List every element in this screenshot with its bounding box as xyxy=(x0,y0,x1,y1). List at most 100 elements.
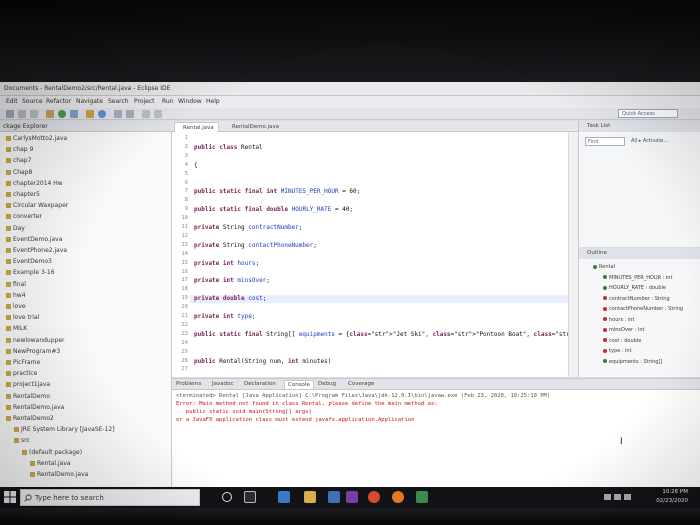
tab-console[interactable]: Console xyxy=(284,380,314,389)
outline-item[interactable]: equipments : String[] xyxy=(603,359,662,365)
tab-debug[interactable]: Debug xyxy=(318,381,336,387)
menu-help[interactable]: Help xyxy=(206,98,220,105)
new-icon[interactable] xyxy=(6,110,14,118)
package-tree-item[interactable]: PicFrame xyxy=(6,359,40,366)
editor-scrollbar[interactable] xyxy=(568,132,578,377)
package-tree-item[interactable]: EventDemo.java xyxy=(6,236,62,243)
file-explorer-icon[interactable] xyxy=(304,491,316,503)
tab-rentaldemo-java[interactable]: RentalDemo.java xyxy=(224,122,283,132)
package-tree-label: final xyxy=(13,280,26,288)
package-tree-item[interactable]: (default package) xyxy=(22,449,82,456)
package-tree-item[interactable]: RentalDemo xyxy=(6,393,50,400)
new-class-icon[interactable] xyxy=(98,110,106,118)
outline-item[interactable]: minsOver : int xyxy=(603,327,644,333)
package-tree-item[interactable]: practice xyxy=(6,370,37,377)
menu-navigate[interactable]: Navigate xyxy=(76,98,103,105)
package-tree-item[interactable]: Chap8 xyxy=(6,169,32,176)
forward-icon[interactable] xyxy=(154,110,162,118)
cortana-icon[interactable] xyxy=(222,492,232,502)
coverage-icon[interactable] xyxy=(70,110,78,118)
package-tree-item[interactable]: Circular Waxpaper xyxy=(6,202,68,209)
network-icon[interactable] xyxy=(604,494,611,500)
open-type-icon[interactable] xyxy=(114,110,122,118)
menu-run[interactable]: Run xyxy=(162,98,174,105)
taskbar-clock-time[interactable]: 10:26 PM xyxy=(640,489,688,495)
windows-start-icon[interactable] xyxy=(4,491,16,503)
menu-source[interactable]: Source xyxy=(22,98,43,105)
app-icon[interactable] xyxy=(416,491,428,503)
menu-project[interactable]: Project xyxy=(134,98,155,105)
search-icon[interactable] xyxy=(126,110,134,118)
outline-item[interactable]: contactPhoneNumber : String xyxy=(603,306,683,312)
package-tree-label: NewProgram#3 xyxy=(13,347,61,355)
debug-icon[interactable] xyxy=(46,110,54,118)
outline-item[interactable]: contractNumber : String xyxy=(603,296,670,302)
tab-javadoc[interactable]: Javadoc xyxy=(212,381,234,387)
package-tree-item[interactable]: chap7 xyxy=(6,157,31,164)
package-tree-item[interactable]: converter xyxy=(6,213,42,220)
tab-declaration[interactable]: Declaration xyxy=(244,381,276,387)
run-icon[interactable] xyxy=(58,110,66,118)
package-tree-item[interactable]: chapter2014 Hw xyxy=(6,180,63,187)
eclipse-icon[interactable] xyxy=(346,491,358,503)
package-tree-item[interactable]: EventPhone2.java xyxy=(6,247,67,254)
package-tree-item[interactable]: RentalDemo.java xyxy=(30,471,88,478)
firefox-icon[interactable] xyxy=(392,491,404,503)
package-tree-label: chap 9 xyxy=(13,146,34,154)
save-icon[interactable] xyxy=(18,110,26,118)
quick-access-input[interactable]: Quick Access xyxy=(618,109,678,118)
store-icon[interactable] xyxy=(328,491,340,503)
package-tree-item[interactable]: Day xyxy=(6,225,25,232)
package-tree-item[interactable]: MILK xyxy=(6,325,27,332)
package-explorer-tab[interactable]: ckage Explorer xyxy=(0,121,172,132)
outline-item[interactable]: Rental xyxy=(593,264,615,270)
taskbar-clock-date[interactable]: 02/23/2020 xyxy=(640,498,688,504)
chrome-icon[interactable] xyxy=(368,491,380,503)
package-tree-item[interactable]: newlowandupper xyxy=(6,337,65,344)
package-tree-item[interactable]: Example 3-16 xyxy=(6,269,55,276)
line-number: 2 xyxy=(184,143,188,150)
package-tree-item[interactable]: love trial xyxy=(6,314,39,321)
package-tree-item[interactable]: RentalDemo.java xyxy=(6,404,64,411)
task-list-tab[interactable]: Task List xyxy=(579,121,700,132)
menu-window[interactable]: Window xyxy=(178,98,202,105)
outline-item[interactable]: type : int xyxy=(603,348,632,354)
task-view-icon[interactable] xyxy=(244,491,256,503)
package-tree-item[interactable]: JRE System Library [JavaSE-12] xyxy=(14,426,115,433)
task-find-input[interactable]: Find xyxy=(585,137,625,146)
package-tree-item[interactable]: final xyxy=(6,281,26,288)
tab-rental-java[interactable]: Rental.java xyxy=(174,122,219,132)
menu-search[interactable]: Search xyxy=(108,98,129,105)
package-tree-item[interactable]: NewProgram#3 xyxy=(6,348,60,355)
package-tree-item[interactable]: Rental.java xyxy=(30,460,71,467)
package-tree-item[interactable]: RentalDemo2 xyxy=(6,415,54,422)
package-tree-item[interactable]: chap 9 xyxy=(6,146,33,153)
task-filters[interactable]: All ▸ Activate... xyxy=(631,138,668,144)
edge-icon[interactable] xyxy=(278,491,290,503)
outline-tab[interactable]: Outline xyxy=(579,248,700,259)
line-number: 8 xyxy=(184,197,188,204)
tab-problems[interactable]: Problems xyxy=(176,381,201,387)
tab-coverage[interactable]: Coverage xyxy=(348,381,374,387)
taskbar-search-box[interactable]: Type here to search xyxy=(20,489,200,506)
line-number: 27 xyxy=(181,366,188,373)
back-icon[interactable] xyxy=(142,110,150,118)
member-visibility-icon xyxy=(593,264,597,269)
package-tree-item[interactable]: love xyxy=(6,303,26,310)
volume-icon[interactable] xyxy=(614,494,621,500)
battery-icon[interactable] xyxy=(624,494,631,500)
outline-item[interactable]: hours : int xyxy=(603,317,634,323)
new-package-icon[interactable] xyxy=(86,110,94,118)
package-tree-item[interactable]: hw4 xyxy=(6,292,26,299)
package-tree-item[interactable]: CarlysMotto2.java xyxy=(6,135,67,142)
outline-item[interactable]: HOURLY_RATE : double xyxy=(603,285,666,291)
package-tree-item[interactable]: project1java xyxy=(6,381,50,388)
print-icon[interactable] xyxy=(30,110,38,118)
menu-edit[interactable]: Edit xyxy=(6,98,18,105)
package-tree-item[interactable]: chapter5 xyxy=(6,191,40,198)
package-tree-item[interactable]: EventDemo3 xyxy=(6,258,52,265)
outline-item[interactable]: cost : double xyxy=(603,338,641,344)
outline-item[interactable]: MINUTES_PER_HOUR : int xyxy=(603,275,672,281)
menu-refactor[interactable]: Refactor xyxy=(46,98,71,105)
package-tree-item[interactable]: src xyxy=(14,437,30,444)
